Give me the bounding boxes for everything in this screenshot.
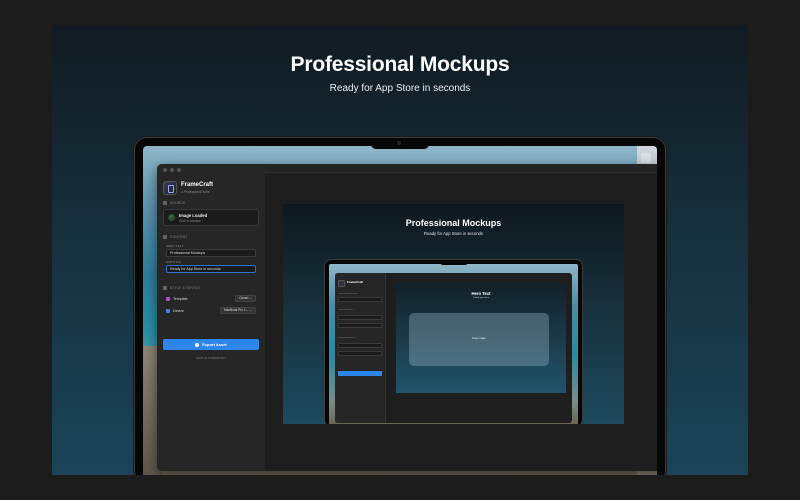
- app-window: FrameCraft A Professional Suite SOURCE ✓…: [157, 164, 657, 471]
- window-controls: [163, 168, 181, 172]
- close-window-button[interactable]: [163, 168, 167, 172]
- source-title: Image Loaded: [179, 213, 208, 218]
- content-icon: [163, 235, 167, 239]
- hero-text-field[interactable]: Professional Mockups: [166, 249, 256, 257]
- preview-divider: [338, 293, 358, 294]
- section-style: STYLE & DEVICE: [163, 286, 200, 290]
- template-value: Ocean: [239, 296, 249, 300]
- laptop-screen: FrameCraft A Professional Suite SOURCE ✓…: [143, 146, 657, 475]
- preview-template-row: [338, 343, 382, 348]
- preview-app-window: FrameCraft Hero Text Subtitle goes here …: [335, 273, 572, 423]
- subtitle-field[interactable]: Ready for App Store in seconds: [166, 265, 256, 273]
- app-logo-icon: [163, 181, 177, 195]
- template-icon: [166, 297, 170, 301]
- preview-laptop-frame: FrameCraft Hero Text Subtitle goes here …: [325, 260, 582, 424]
- device-label: Device: [173, 308, 184, 313]
- preview-hero-field: [338, 315, 382, 320]
- section-source: SOURCE: [163, 201, 185, 205]
- hero-subtitle: Ready for App Store in seconds: [329, 83, 471, 94]
- hero-text-label: HERO TEXT: [166, 244, 184, 248]
- check-icon: ✓: [168, 214, 175, 221]
- app-tagline: A Professional Suite: [181, 190, 210, 194]
- main-toolbar: [265, 164, 657, 173]
- device-select[interactable]: MacBook Pro 1... ⌄: [219, 307, 256, 314]
- camera-icon: [397, 141, 401, 145]
- template-select[interactable]: Ocean ⌄: [235, 295, 256, 302]
- source-image-card[interactable]: ✓ Image Loaded Click to replace: [163, 209, 259, 226]
- preview-export-button: [338, 371, 382, 376]
- preview-app-name: FrameCraft: [347, 280, 364, 284]
- sidebar: FrameCraft A Professional Suite SOURCE ✓…: [157, 164, 266, 471]
- preview-divider: [338, 337, 356, 338]
- preview-app-logo-icon: [338, 280, 345, 287]
- export-icon: [195, 342, 200, 347]
- zoom-window-button[interactable]: [177, 168, 181, 172]
- template-label: Template: [173, 296, 188, 301]
- preview-drop-zone: Drop image: [409, 313, 549, 366]
- preview-drop-text: Drop image: [472, 337, 486, 340]
- source-icon: [163, 201, 167, 205]
- device-row: Device MacBook Pro 1... ⌄: [166, 307, 256, 315]
- style-icon: [163, 286, 167, 290]
- section-style-label: STYLE & DEVICE: [170, 286, 201, 290]
- desktop-icon: [641, 153, 651, 163]
- section-source-label: SOURCE: [170, 201, 186, 205]
- preview-canvas: Hero Text Subtitle goes here Drop image: [396, 283, 566, 393]
- preview-title: Professional Mockups: [405, 218, 502, 228]
- app-name: FrameCraft: [181, 182, 214, 188]
- preview-canvas-title: Hero Text: [471, 291, 491, 296]
- preview-laptop-screen: FrameCraft Hero Text Subtitle goes here …: [329, 264, 578, 424]
- device-icon: [166, 309, 170, 313]
- preview-device-row: [338, 351, 382, 356]
- section-content: CONTENT: [163, 235, 188, 239]
- device-value: MacBook Pro 1...: [223, 308, 249, 312]
- preview-source-card: [338, 297, 382, 302]
- preview-canvas-subtitle: Subtitle goes here: [472, 297, 490, 299]
- marketing-poster: Professional Mockups Ready for App Store…: [52, 25, 748, 475]
- subtitle-label: SUBTITLE: [166, 260, 181, 264]
- preview-sidebar: FrameCraft: [335, 273, 386, 423]
- mockup-preview: Professional Mockups Ready for App Store…: [283, 204, 624, 424]
- template-row: Template Ocean ⌄: [166, 295, 256, 303]
- source-subtitle: Click to replace: [179, 219, 201, 223]
- preview-laptop-notch: [440, 260, 468, 265]
- laptop-notch: [371, 138, 429, 149]
- minimize-window-button[interactable]: [170, 168, 174, 172]
- export-label: Export Asset: [202, 342, 227, 347]
- export-asset-button[interactable]: Export Asset: [163, 339, 259, 350]
- laptop-frame: FrameCraft A Professional Suite SOURCE ✓…: [135, 138, 665, 475]
- main-canvas-area: Professional Mockups Ready for App Store…: [265, 164, 657, 471]
- preview-subtitle-field: [338, 323, 382, 328]
- section-content-label: CONTENT: [170, 235, 188, 239]
- hero-title: Professional Mockups: [290, 53, 510, 76]
- preview-subtitle: Ready for App Store in seconds: [424, 231, 483, 236]
- preview-divider: [338, 309, 353, 310]
- mcp-automation-link[interactable]: MCP AUTOMATION: [163, 356, 259, 360]
